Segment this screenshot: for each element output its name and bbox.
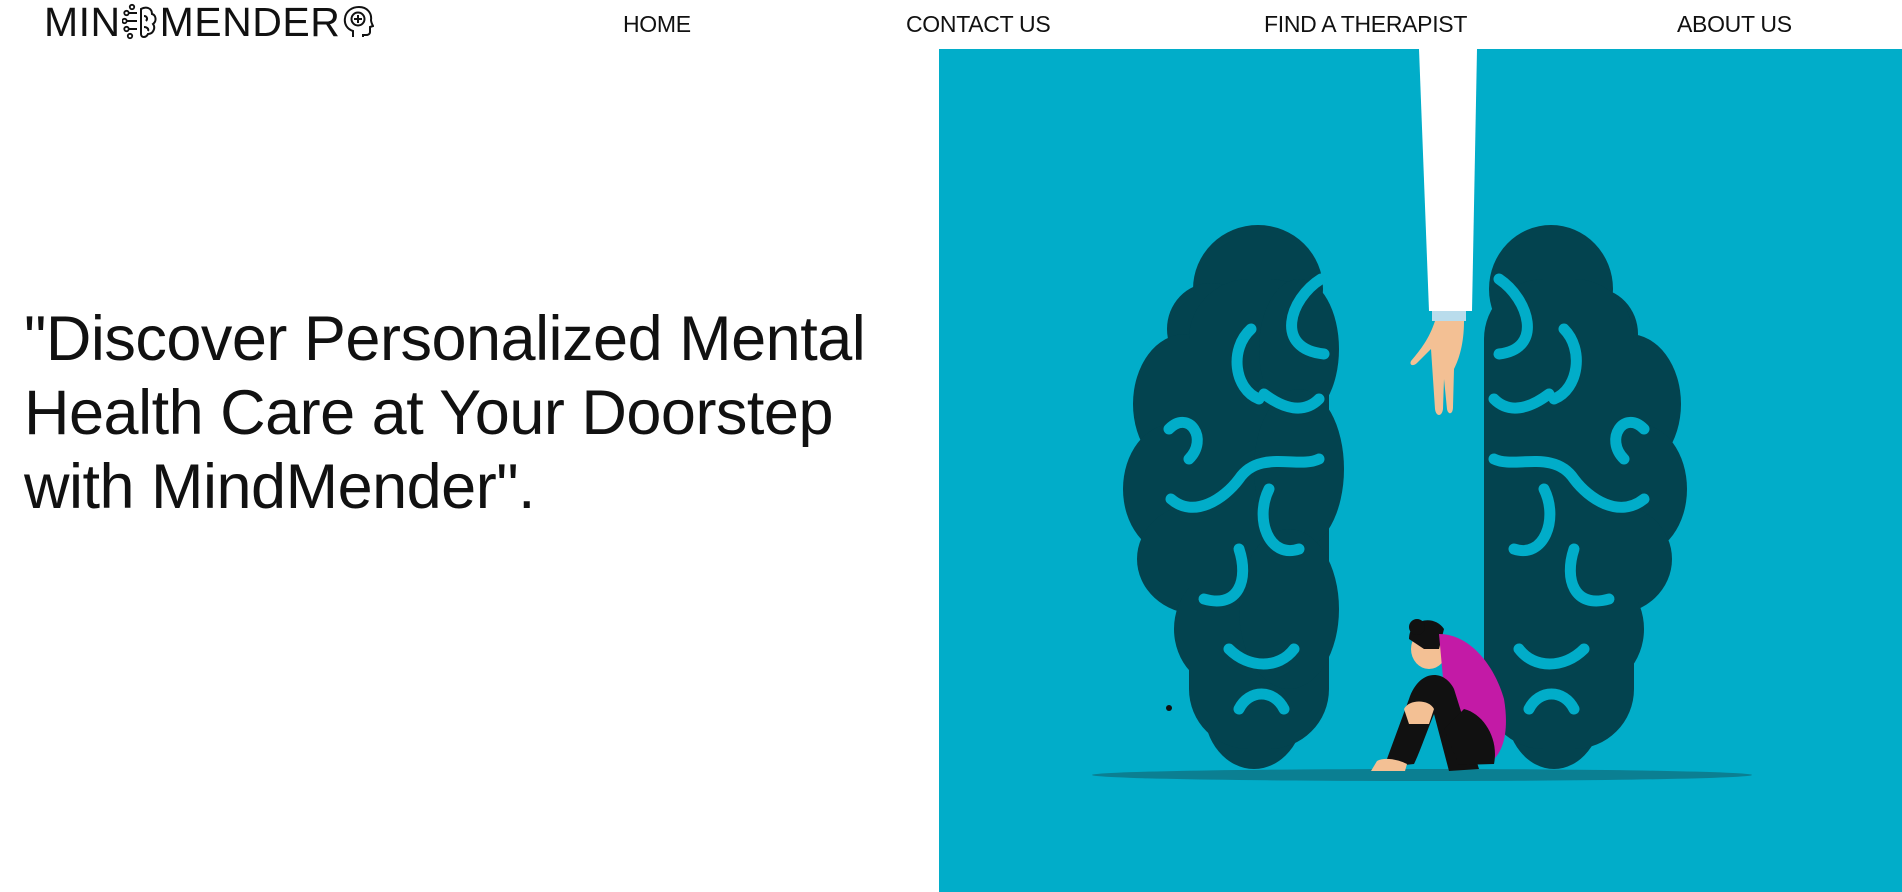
hero-illustration <box>939 49 1902 892</box>
site-header: MIN MENDER HOME CONTACT US FIND A THERAP… <box>0 0 1902 49</box>
helping-hand <box>1410 49 1477 415</box>
left-brain-hemisphere <box>1123 225 1344 769</box>
page: MIN MENDER HOME CONTACT US FIND A THERAP… <box>0 0 1902 892</box>
nav-find-a-therapist-link[interactable]: FIND A THERAPIST <box>1264 11 1467 38</box>
floor-shadow <box>1092 769 1752 781</box>
nav-about-us-link[interactable]: ABOUT US <box>1677 11 1792 38</box>
hero-headline: "Discover Personalized Mental Health Car… <box>24 304 866 522</box>
small-dot <box>1166 705 1172 711</box>
nav-home-link[interactable]: HOME <box>623 11 691 38</box>
brain-hand-illustration <box>1092 49 1752 781</box>
nav-contact-us-link[interactable]: CONTACT US <box>906 11 1051 38</box>
main-nav: HOME CONTACT US FIND A THERAPIST ABOUT U… <box>0 0 1902 49</box>
